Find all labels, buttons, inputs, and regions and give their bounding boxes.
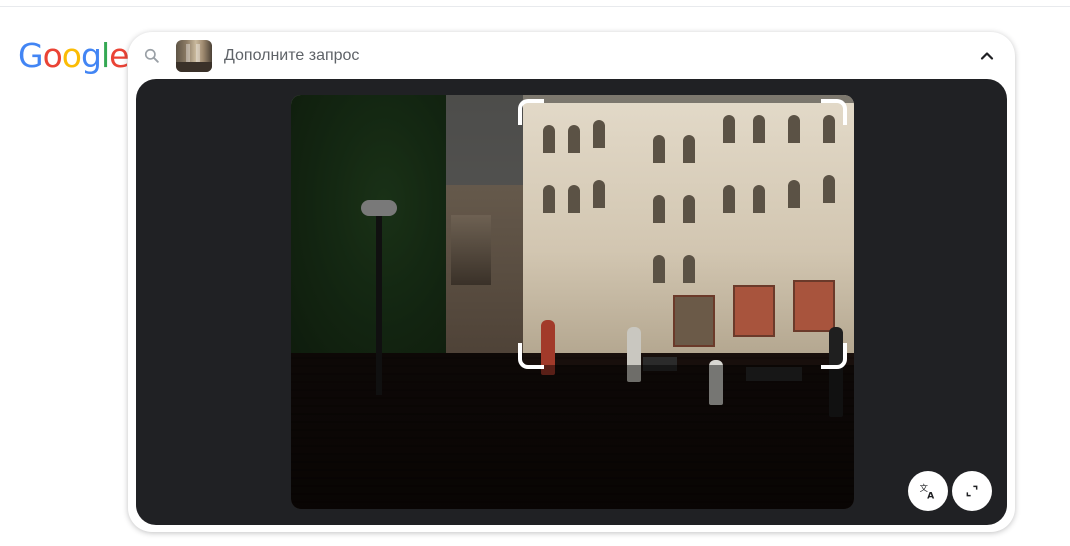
crop-handle-top-right[interactable] xyxy=(821,99,847,125)
search-icon xyxy=(144,48,159,63)
logo-letter: g xyxy=(80,36,102,75)
logo-letter: o xyxy=(61,36,82,75)
translate-button[interactable]: 文 A xyxy=(908,471,948,511)
chevron-up-icon[interactable] xyxy=(975,44,999,68)
crop-dim-overlay xyxy=(291,95,523,509)
crop-selection[interactable] xyxy=(518,99,847,369)
uploaded-photo xyxy=(291,95,854,509)
search-input[interactable]: Дополните запрос xyxy=(224,32,359,80)
crop-dim-overlay xyxy=(523,365,854,509)
image-viewer: 文 A xyxy=(136,79,1007,525)
logo-letter: G xyxy=(18,36,44,75)
logo-letter: o xyxy=(42,36,63,75)
top-divider xyxy=(0,6,1070,7)
crop-handle-bottom-left[interactable] xyxy=(518,343,544,369)
svg-text:A: A xyxy=(927,491,935,502)
lens-search-card: Дополните запрос 文 A xyxy=(128,32,1015,532)
image-thumbnail[interactable] xyxy=(176,40,212,72)
translate-icon: 文 A xyxy=(920,483,936,502)
crop-handle-bottom-right[interactable] xyxy=(821,343,847,369)
search-bar[interactable]: Дополните запрос xyxy=(128,32,1015,80)
google-logo[interactable]: Google xyxy=(18,36,129,76)
logo-letter: e xyxy=(109,36,129,75)
logo-letter: l xyxy=(100,36,110,75)
fullscreen-button[interactable] xyxy=(952,471,992,511)
expand-icon xyxy=(966,485,978,497)
crop-handle-top-left[interactable] xyxy=(518,99,544,125)
